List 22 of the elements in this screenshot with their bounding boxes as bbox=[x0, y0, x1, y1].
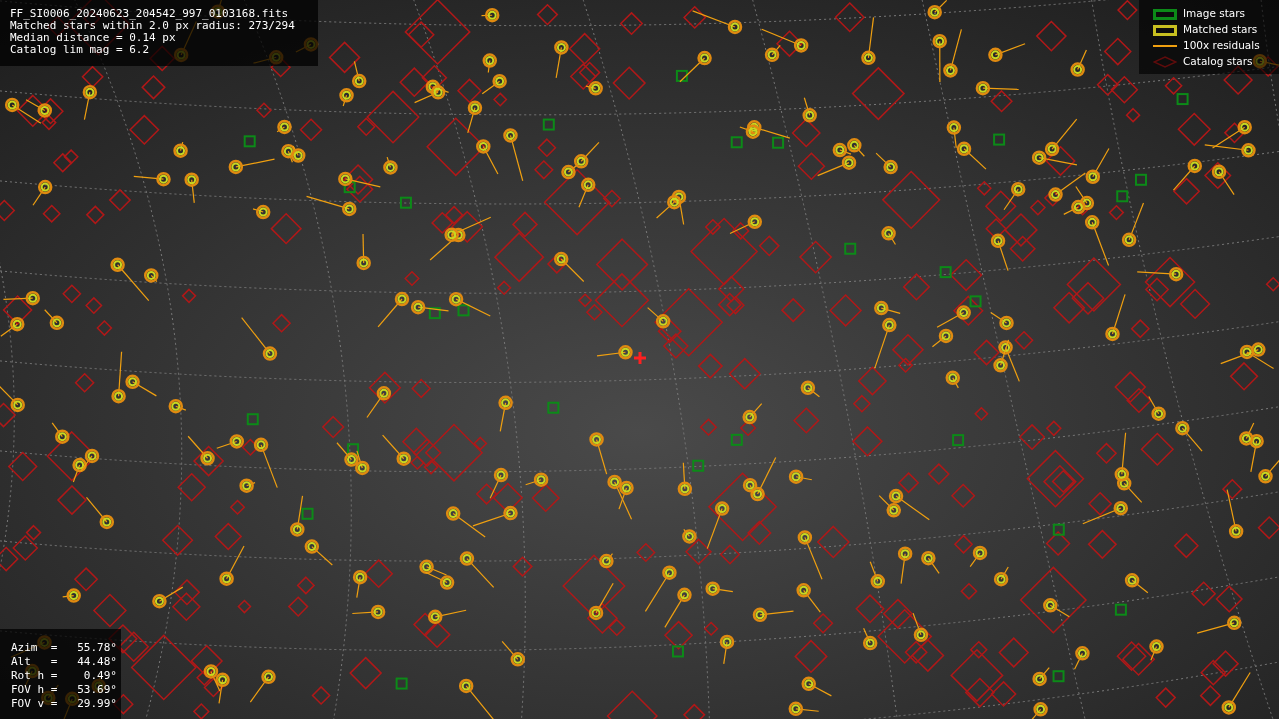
legend-label: 100x residuals bbox=[1183, 38, 1260, 54]
info-text: Matched stars within 2.0 px radius: 273/294 bbox=[10, 20, 296, 32]
square-marker-icon bbox=[1153, 8, 1177, 20]
legend-label: Matched stars bbox=[1183, 22, 1258, 38]
info-text: FF_SI0006_20240623_204542_997_0103168.fits bbox=[10, 8, 290, 20]
legend-label: Catalog stars bbox=[1183, 54, 1253, 70]
pointing-value: 53.69° bbox=[76, 683, 117, 697]
square-marker-icon bbox=[1153, 24, 1177, 36]
pointing-value: 29.99° bbox=[76, 697, 117, 711]
pointing-value: 55.78° bbox=[76, 641, 117, 655]
pointing-label: Alt = bbox=[11, 655, 59, 669]
pointing-label: Rot h = bbox=[11, 669, 59, 683]
pointing-value: 44.48° bbox=[76, 655, 117, 669]
diamond-marker-icon bbox=[1153, 56, 1177, 68]
info-text: Catalog lim mag = 6.2 bbox=[10, 44, 151, 56]
pointing-label: FOV v = bbox=[11, 697, 59, 711]
info-text: Median distance = 0.14 px bbox=[10, 32, 177, 44]
pointing-label: Azim = bbox=[11, 641, 59, 655]
pointing-label: FOV h = bbox=[11, 683, 59, 697]
line-marker-icon bbox=[1153, 45, 1177, 47]
pointing-value: 0.49° bbox=[82, 669, 117, 683]
legend-label: Image stars bbox=[1183, 6, 1246, 22]
